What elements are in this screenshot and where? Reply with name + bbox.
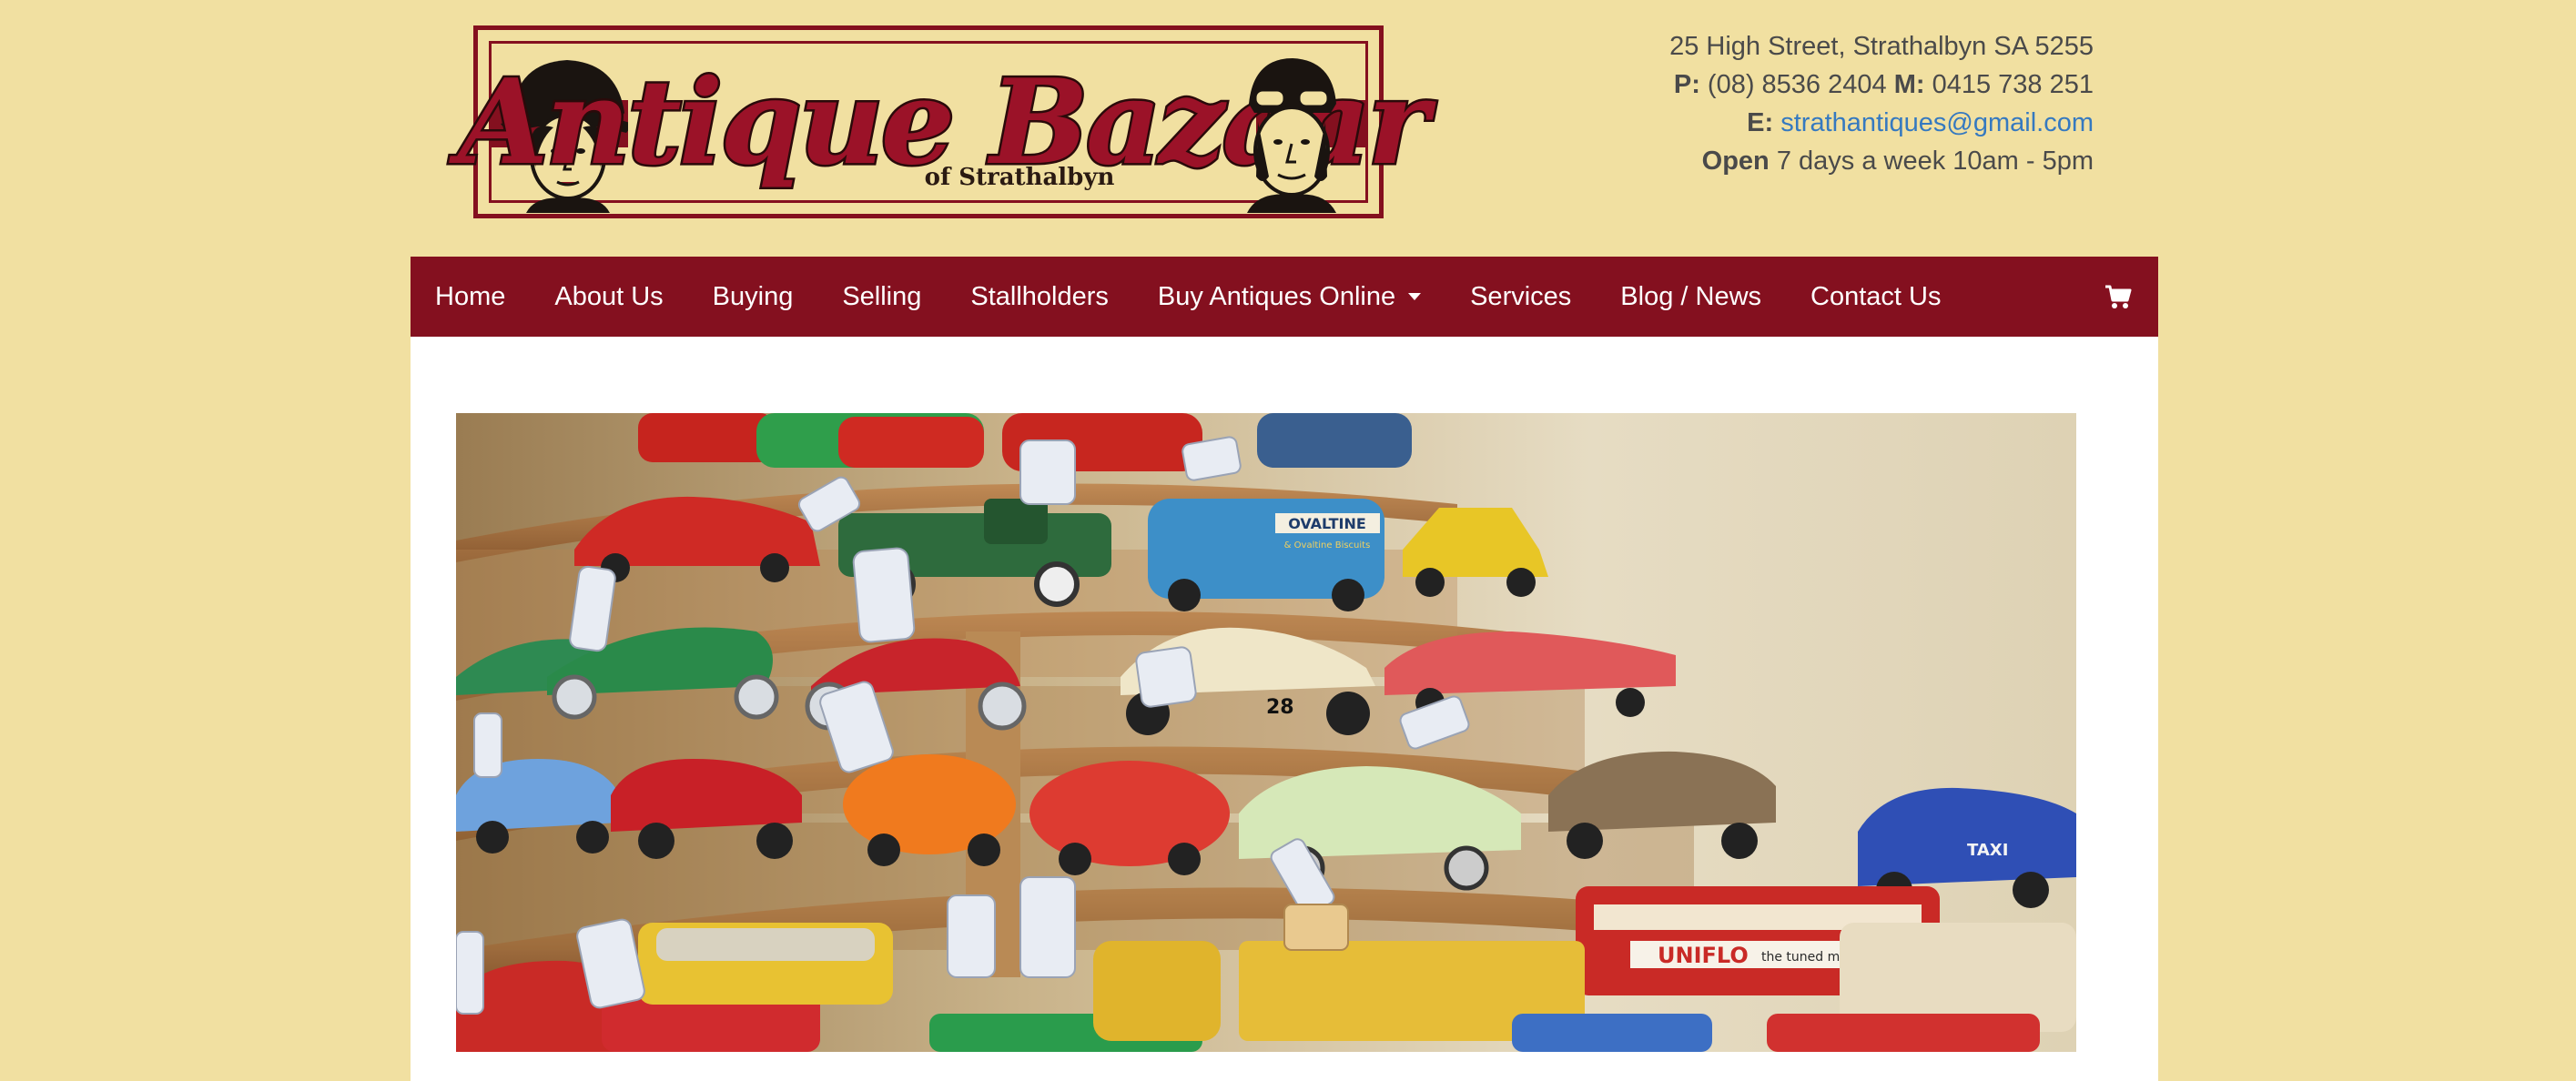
hours-label: Open <box>1701 146 1770 176</box>
chevron-down-icon <box>1408 293 1422 300</box>
logo-frame: Antique Bazaar of Strathalbyn <box>456 41 1431 213</box>
nav-item-selling[interactable]: Selling <box>817 257 946 337</box>
nav-item-label: About Us <box>554 282 664 311</box>
email-label: E: <box>1747 108 1774 137</box>
nav-item-label: Services <box>1470 282 1572 311</box>
address-line: 25 High Street, Strathalbyn SA 5255 <box>1669 27 2094 66</box>
logo-subtitle: of Strathalbyn <box>924 164 1115 191</box>
taxi-label: TAXI <box>1967 841 2008 860</box>
nav-item-contact-us[interactable]: Contact Us <box>1786 257 1965 337</box>
main-container: Home About Us Buying Selling Stallholder… <box>411 257 2158 1081</box>
bus-brand: UNIFLO <box>1658 943 1749 968</box>
nav-item-blog-news[interactable]: Blog / News <box>1596 257 1786 337</box>
ovaltine-sublabel: & Ovaltine Biscuits <box>1284 540 1371 551</box>
email-line: E: strathantiques@gmail.com <box>1669 104 2094 142</box>
nav-item-label: Contact Us <box>1810 282 1942 311</box>
phone-number[interactable]: (08) 8536 2404 <box>1708 70 1887 99</box>
phone-label: P: <box>1673 70 1700 99</box>
mobile-number[interactable]: 0415 738 251 <box>1932 70 2094 99</box>
race-car-number: 28 <box>1266 696 1294 719</box>
nav-item-buy-antiques-online[interactable]: Buy Antiques Online <box>1133 257 1445 337</box>
nav-item-label: Home <box>435 282 506 311</box>
nav-item-label: Selling <box>842 282 922 311</box>
contact-details: 25 High Street, Strathalbyn SA 5255 P: (… <box>1669 27 2094 180</box>
ovaltine-label: OVALTINE <box>1288 515 1366 532</box>
nav-item-home[interactable]: Home <box>411 257 530 337</box>
nav-item-buying[interactable]: Buying <box>688 257 818 337</box>
nav-item-about-us[interactable]: About Us <box>530 257 687 337</box>
main-navigation: Home About Us Buying Selling Stallholder… <box>411 257 2158 337</box>
hero-image: OVALTINE & Ovaltine Biscuits 28 TAXI UNI… <box>456 413 2076 1052</box>
phone-line: P: (08) 8536 2404 M: 0415 738 251 <box>1669 66 2094 104</box>
toy-cars-photo: OVALTINE & Ovaltine Biscuits 28 TAXI UNI… <box>456 413 2076 1052</box>
nav-item-services[interactable]: Services <box>1445 257 1596 337</box>
nav-item-stallholders[interactable]: Stallholders <box>946 257 1133 337</box>
shopping-cart-icon[interactable] <box>2104 282 2133 311</box>
mobile-label: M: <box>1893 70 1925 99</box>
email-link[interactable]: strathantiques@gmail.com <box>1780 108 2094 137</box>
hours-line: Open 7 days a week 10am - 5pm <box>1669 142 2094 180</box>
nav-item-label: Blog / News <box>1620 282 1762 311</box>
opening-hours: 7 days a week 10am - 5pm <box>1776 146 2094 176</box>
nav-item-label: Stallholders <box>970 282 1109 311</box>
nav-item-label: Buying <box>712 282 794 311</box>
address: 25 High Street, Strathalbyn SA 5255 <box>1669 32 2094 61</box>
site-logo[interactable]: Antique Bazaar of Strathalbyn <box>456 25 1431 218</box>
nav-item-label: Buy Antiques Online <box>1157 282 1396 311</box>
